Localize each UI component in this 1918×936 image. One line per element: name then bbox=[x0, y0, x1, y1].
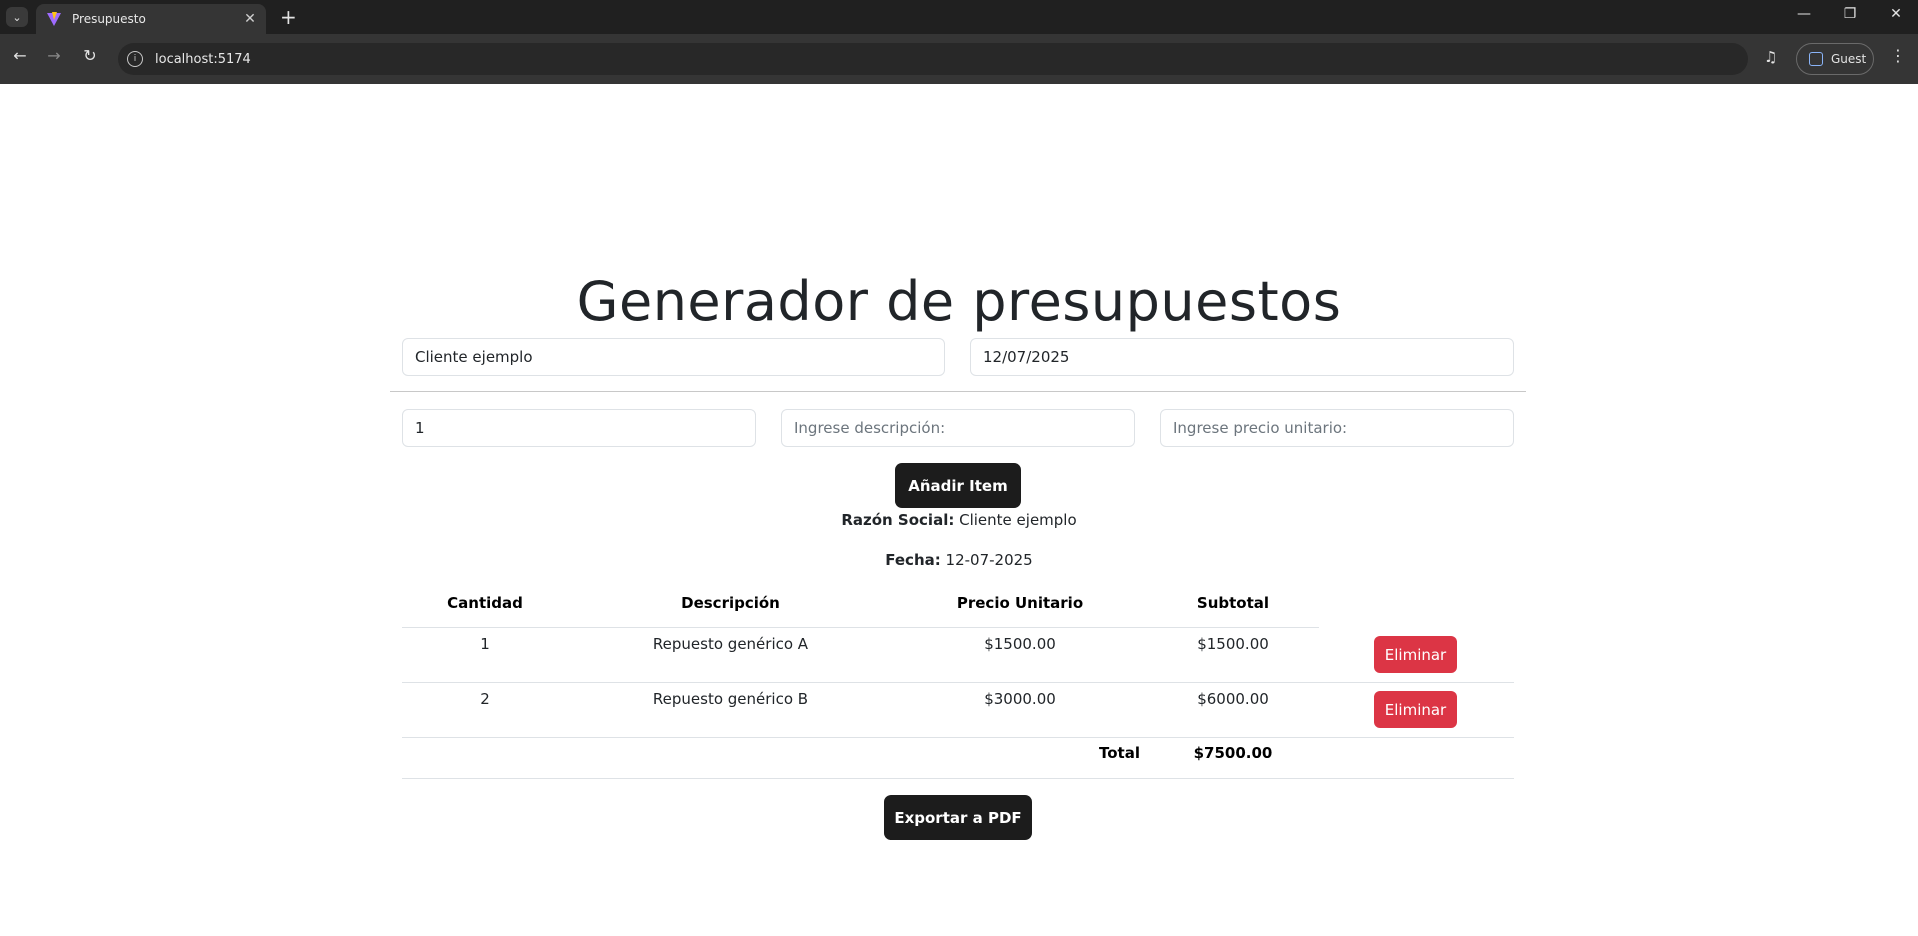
divider bbox=[390, 391, 1526, 392]
add-item-button[interactable]: Añadir Item bbox=[895, 463, 1021, 508]
restore-icon[interactable]: ❐ bbox=[1838, 6, 1862, 22]
razon-social-label: Razón Social: bbox=[841, 511, 955, 529]
total-label: Total bbox=[1099, 744, 1140, 762]
page-title: Generador de presupuestos bbox=[576, 270, 1342, 333]
vite-favicon-icon bbox=[47, 12, 61, 26]
media-control-icon[interactable]: ♫ bbox=[1764, 48, 1777, 66]
cell-subtotal: $6000.00 bbox=[1197, 690, 1269, 708]
cell-cantidad: 1 bbox=[480, 635, 490, 653]
tab-title: Presupuesto bbox=[72, 12, 146, 26]
address-bar[interactable]: i localhost:5174 bbox=[118, 43, 1748, 75]
cell-subtotal: $1500.00 bbox=[1197, 635, 1269, 653]
fecha-value: 12-07-2025 bbox=[945, 551, 1033, 569]
price-input[interactable] bbox=[1160, 409, 1514, 447]
kebab-menu-icon[interactable]: ⋮ bbox=[1890, 46, 1906, 65]
profile-icon bbox=[1809, 52, 1823, 66]
header-descripcion: Descripción bbox=[681, 594, 780, 612]
header-cantidad: Cantidad bbox=[447, 594, 523, 612]
total-divider bbox=[402, 778, 1514, 779]
new-tab-icon[interactable]: + bbox=[280, 6, 297, 28]
reload-icon[interactable]: ↻ bbox=[78, 46, 102, 65]
page-content: Generador de presupuestos Añadir Item Ra… bbox=[0, 84, 1918, 936]
total-value: $7500.00 bbox=[1193, 744, 1273, 762]
client-input[interactable] bbox=[402, 338, 945, 376]
export-pdf-button[interactable]: Exportar a PDF bbox=[884, 795, 1032, 840]
delete-item-button[interactable]: Eliminar bbox=[1374, 636, 1457, 673]
date-input[interactable] bbox=[970, 338, 1514, 376]
profile-label: Guest bbox=[1831, 52, 1867, 66]
header-precio-unitario: Precio Unitario bbox=[956, 594, 1084, 612]
cell-descripcion: Repuesto genérico A bbox=[652, 635, 809, 653]
delete-item-button[interactable]: Eliminar bbox=[1374, 691, 1457, 728]
description-input[interactable] bbox=[781, 409, 1135, 447]
minimize-icon[interactable]: — bbox=[1792, 6, 1816, 22]
browser-tab-strip: ⌄ Presupuesto ✕ + — ❐ ✕ bbox=[0, 0, 1918, 34]
forward-icon[interactable]: → bbox=[42, 46, 66, 65]
tab-search-icon[interactable]: ⌄ bbox=[6, 7, 28, 27]
cell-precio: $1500.00 bbox=[984, 635, 1056, 653]
header-divider bbox=[402, 627, 1319, 628]
back-icon[interactable]: ← bbox=[8, 46, 32, 65]
tab-close-icon[interactable]: ✕ bbox=[240, 11, 260, 27]
profile-button[interactable]: Guest bbox=[1796, 43, 1874, 75]
row-divider bbox=[402, 737, 1514, 738]
quantity-input[interactable] bbox=[402, 409, 756, 447]
cell-cantidad: 2 bbox=[480, 690, 490, 708]
fecha-line: Fecha: 12-07-2025 bbox=[0, 551, 1918, 569]
razon-social-line: Razón Social: Cliente ejemplo bbox=[0, 511, 1918, 529]
row-divider bbox=[402, 682, 1514, 683]
url-text: localhost:5174 bbox=[155, 51, 251, 67]
razon-social-value: Cliente ejemplo bbox=[959, 511, 1077, 529]
browser-toolbar: ← → ↻ i localhost:5174 ♫ Guest ⋮ bbox=[0, 34, 1918, 84]
fecha-label: Fecha: bbox=[885, 551, 941, 569]
browser-tab[interactable]: Presupuesto ✕ bbox=[36, 4, 266, 34]
site-info-icon[interactable]: i bbox=[127, 51, 143, 67]
cell-descripcion: Repuesto genérico B bbox=[652, 690, 809, 708]
cell-precio: $3000.00 bbox=[984, 690, 1056, 708]
close-window-icon[interactable]: ✕ bbox=[1884, 6, 1908, 22]
header-subtotal: Subtotal bbox=[1196, 594, 1270, 612]
